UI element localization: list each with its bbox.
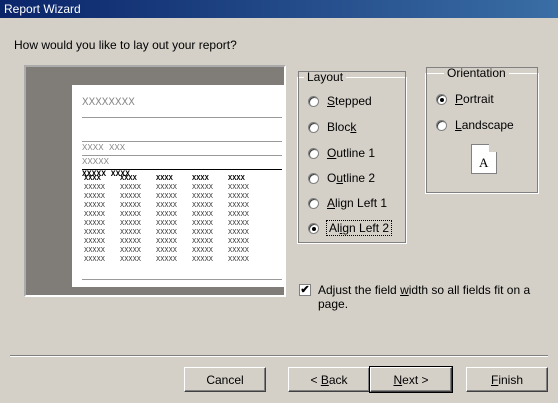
next-button[interactable]: Next > [369, 366, 453, 393]
preview-detail-row: XXXXX XXXXX XXXXX XXXXX XXXXX [84, 202, 250, 210]
preview-detail-row: XXXXX XXXXX XXXXX XXXXX XXXXX [84, 211, 250, 219]
preview-group-label: XXXXX [82, 157, 110, 167]
finish-button[interactable]: Finish [466, 367, 548, 392]
preview-rule [82, 155, 282, 156]
adjust-width-checkbox[interactable]: ✔ [299, 284, 311, 296]
layout-option[interactable]: Outline 1 [308, 146, 375, 160]
preview-detail-row: XXXXX XXXXX XXXXX XXXXX XXXXX [84, 247, 250, 255]
orientation-legend: Orientation [447, 66, 506, 80]
layout-option[interactable]: Block [308, 120, 356, 134]
layout-option[interactable]: Stepped [308, 94, 372, 108]
orientation-option[interactable]: Landscape [436, 118, 514, 132]
radio-button[interactable] [308, 147, 319, 159]
portrait-page-icon: A [471, 144, 497, 174]
preview-detail-grid: XXXX XXXX XXXX XXXX XXXX XXXXX XXXXX XXXXX XXXXX… [84, 175, 264, 265]
preview-detail-row: XXXXX XXXXX XXXXX XXXXX XXXXX [84, 238, 250, 246]
preview-detail-row: XXXXX XXXXX XXXXX XXXXX XXXXX [84, 193, 250, 201]
window-title: Report Wizard [4, 2, 81, 16]
preview-paper: XXXXXXXX XXXX XXX XXXXX XXXXX XXXX XXXX X… [72, 85, 286, 287]
preview-group-label: XXXX XXX [82, 143, 126, 153]
preview-detail-row: XXXXX XXXXX XXXXX XXXXX XXXXX [84, 256, 250, 264]
layout-preview: XXXXXXXX XXXX XXX XXXXX XXXXX XXXX XXXX X… [24, 65, 286, 297]
radio-button[interactable] [308, 172, 319, 184]
title-bar: Report Wizard [0, 0, 558, 18]
preview-rule [82, 279, 282, 280]
adjust-width-label[interactable]: Adjust the field width so all fields fit… [318, 283, 538, 311]
preview-rule [82, 117, 282, 118]
layout-question: How would you like to lay out your repor… [14, 38, 237, 52]
layout-option[interactable]: Align Left 2 [308, 220, 393, 236]
radio-button[interactable] [436, 119, 447, 131]
radio-button[interactable] [308, 121, 319, 133]
preview-detail-row: XXXXX XXXXX XXXXX XXXXX XXXXX [84, 220, 250, 228]
preview-title: XXXXXXXX [82, 97, 135, 109]
radio-button[interactable] [308, 95, 319, 107]
layout-legend: Layout [307, 70, 344, 84]
layout-option[interactable]: Outline 2 [308, 171, 375, 185]
orientation-option[interactable]: Portrait [436, 92, 494, 106]
preview-detail-row: XXXXX XXXXX XXXXX XXXXX XXXXX [84, 184, 250, 192]
preview-rule [82, 141, 282, 142]
layout-option[interactable]: Align Left 1 [308, 196, 387, 210]
button-separator [10, 355, 548, 357]
cancel-button[interactable]: Cancel [184, 367, 266, 392]
back-button[interactable]: < Back [288, 367, 370, 392]
radio-button[interactable] [436, 93, 447, 105]
preview-detail-row: XXXXX XXXXX XXXXX XXXXX XXXXX [84, 229, 250, 237]
radio-button[interactable] [308, 197, 319, 209]
preview-header-row: XXXX XXXX XXXX XXXX XXXX [84, 175, 245, 183]
radio-button[interactable] [308, 222, 319, 234]
